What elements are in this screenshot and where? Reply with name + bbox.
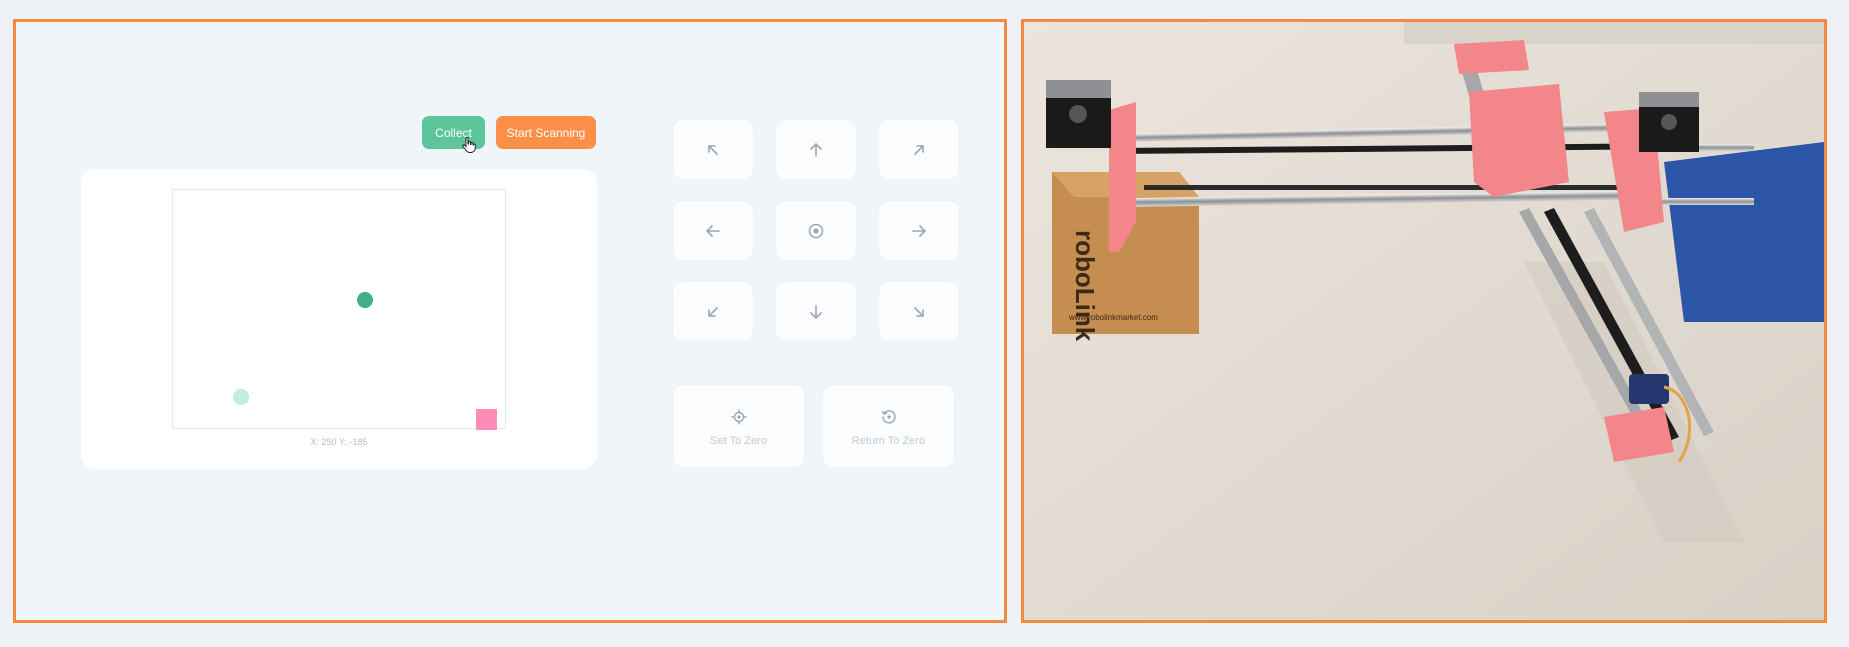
arrow-right-icon [912, 224, 927, 237]
servo-mount [1604, 407, 1674, 462]
set-to-zero-label: Set To Zero [710, 435, 767, 447]
arrow-up-left-icon [708, 144, 718, 155]
history-icon [881, 410, 896, 424]
jog-left-button[interactable] [672, 200, 754, 261]
coordinate-readout: X: 250 Y: -185 [310, 437, 368, 447]
target-icon [808, 223, 824, 238]
arrow-up-right-icon [914, 144, 924, 155]
jog-up-left-button[interactable] [672, 119, 754, 180]
jog-down-right-button[interactable] [878, 281, 960, 342]
stepper-motor-right [1639, 92, 1699, 152]
blue-box [1664, 142, 1824, 322]
jog-right-button[interactable] [878, 200, 960, 261]
jog-down-button[interactable] [775, 281, 857, 342]
top-bracket [1454, 40, 1529, 74]
jog-up-button[interactable] [775, 119, 857, 180]
hand-pointer-icon [462, 137, 476, 153]
box-brand-text: roboLink [1070, 230, 1100, 342]
set-to-zero-button[interactable]: Set To Zero [672, 384, 805, 468]
start-scanning-button[interactable]: Start Scanning [496, 116, 596, 149]
arrow-up-icon [810, 142, 822, 157]
return-to-zero-button[interactable]: Return To Zero [822, 384, 955, 468]
stepper-motor-left [1046, 80, 1111, 148]
box-url-text: www.robolinkmarket.com [1068, 313, 1158, 322]
servo-motor [1629, 374, 1669, 404]
jog-up-right-button[interactable] [878, 119, 960, 180]
jog-down-left-button[interactable] [672, 281, 754, 342]
arrow-down-left-icon [708, 306, 718, 317]
return-to-zero-label: Return To Zero [851, 435, 926, 447]
leadscrew [1144, 185, 1624, 190]
target-marker [476, 409, 497, 430]
jog-home-button[interactable] [775, 200, 857, 261]
camera-image: roboLink www.robolinkmarket.com [1024, 22, 1824, 620]
crosshair-icon [731, 409, 747, 425]
origin-marker [233, 389, 249, 405]
position-plot [172, 189, 506, 430]
arrow-down-right-icon [914, 306, 924, 317]
current-position-marker [357, 292, 373, 308]
camera-feed: roboLink www.robolinkmarket.com [1021, 19, 1827, 623]
position-card: X: 250 Y: -185 [81, 169, 597, 469]
background-wall [1404, 22, 1824, 44]
arrow-left-icon [705, 224, 720, 237]
right-carriage [1469, 84, 1569, 197]
arrow-down-icon [810, 304, 822, 319]
control-panel: Collect Start Scanning X: 250 Y: -185 Se… [13, 19, 1007, 623]
